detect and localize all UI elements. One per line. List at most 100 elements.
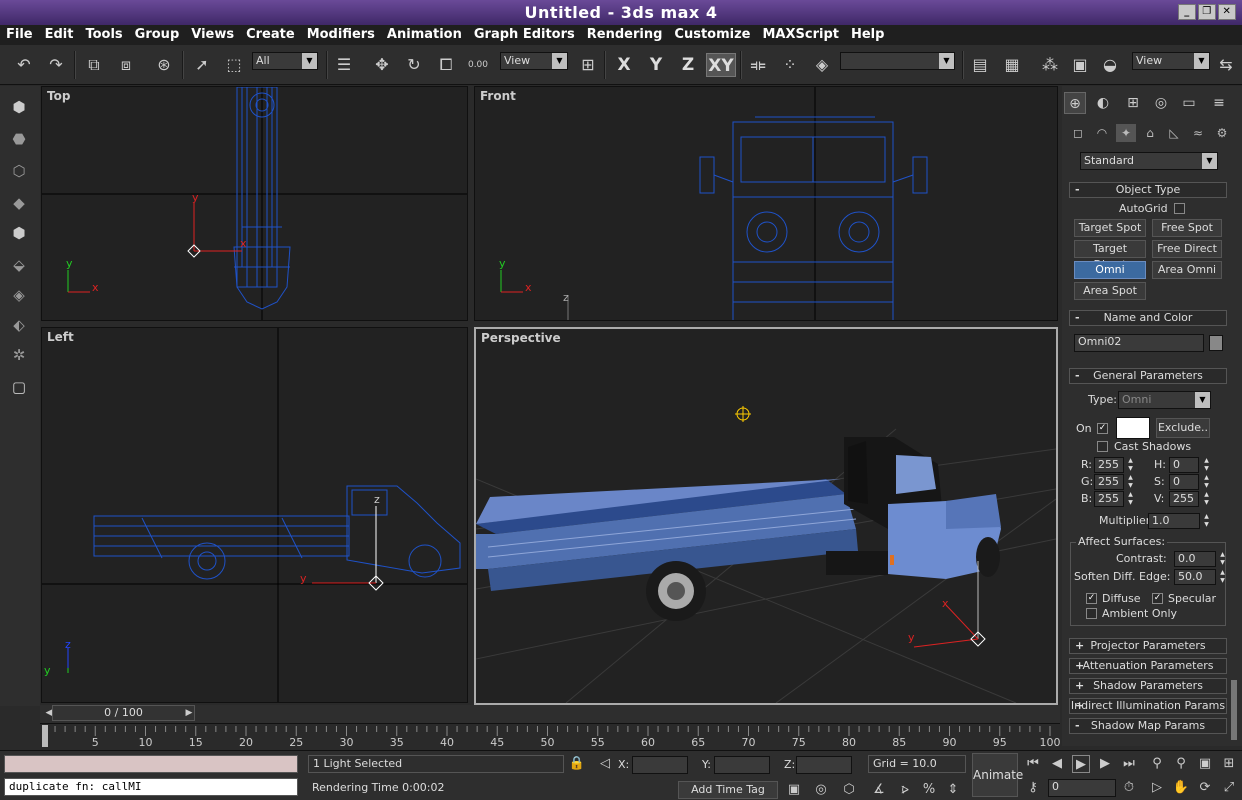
menu-animation[interactable]: Animation: [381, 25, 468, 45]
pan-icon[interactable]: ✋: [1172, 779, 1190, 797]
menu-help[interactable]: Help: [845, 25, 890, 45]
region-select-icon[interactable]: ⬚: [222, 53, 246, 77]
menu-modifiers[interactable]: Modifiers: [301, 25, 381, 45]
menu-customize[interactable]: Customize: [668, 25, 756, 45]
restrict-y-button[interactable]: Y: [644, 53, 668, 77]
cylinder-icon[interactable]: ⬡: [8, 160, 30, 182]
category-dropdown[interactable]: Standard ▼: [1080, 152, 1218, 170]
teapot-icon[interactable]: ▢: [8, 376, 30, 398]
hue-spinner[interactable]: ▲ ▼: [1202, 457, 1211, 473]
spinner-snap-icon[interactable]: ⇕: [944, 781, 962, 799]
hierarchy-tab-icon[interactable]: ⊞: [1122, 92, 1144, 114]
target-direct-button[interactable]: Target Direct: [1074, 240, 1146, 271]
sphere-icon[interactable]: ⬣: [8, 128, 30, 150]
play-icon[interactable]: ▶: [1072, 755, 1090, 773]
create-tab-icon[interactable]: ⊕: [1064, 92, 1086, 114]
restrict-x-button[interactable]: X: [612, 53, 636, 77]
selection-filter-dropdown[interactable]: All ▼: [252, 52, 318, 70]
systems-icon[interactable]: ⚙: [1212, 124, 1232, 142]
select-by-name-icon[interactable]: ☰: [332, 53, 356, 77]
time-config-icon[interactable]: ⏱: [1120, 779, 1138, 797]
close-button[interactable]: ✕: [1218, 4, 1236, 20]
value-input[interactable]: 255: [1169, 491, 1199, 507]
zoom-all-icon[interactable]: ⚲: [1172, 755, 1190, 773]
zoom-extents-all-icon[interactable]: ⊞: [1220, 755, 1238, 773]
multiplier-input[interactable]: 1.0: [1148, 513, 1200, 529]
x-coord-input[interactable]: [632, 756, 688, 774]
saturation-spinner[interactable]: ▲ ▼: [1202, 474, 1211, 490]
go-to-start-icon[interactable]: ⏮: [1024, 755, 1042, 773]
specular-checkbox[interactable]: ✓: [1152, 593, 1163, 604]
maxscript-listener-line[interactable]: duplicate fn: callMI: [4, 778, 298, 796]
crossing-selection-icon[interactable]: ▣: [785, 781, 803, 799]
menu-graph-editors[interactable]: Graph Editors: [468, 25, 581, 45]
light-type-dropdown[interactable]: Omni ▼: [1118, 391, 1211, 409]
lights-icon[interactable]: ✦: [1116, 124, 1136, 142]
value-spinner[interactable]: ▲ ▼: [1202, 491, 1211, 507]
box-icon[interactable]: ⬢: [8, 96, 30, 118]
restrict-xy-button[interactable]: XY: [706, 53, 736, 77]
absolute-mode-icon[interactable]: ◁: [596, 755, 614, 773]
shadow-map-params-rollout[interactable]: - Shadow Map Params: [1069, 718, 1227, 734]
viewport-front[interactable]: Front y x z: [474, 86, 1058, 321]
hue-input[interactable]: 0: [1169, 457, 1199, 473]
render-last-icon[interactable]: ⇆: [1214, 53, 1238, 77]
menu-rendering[interactable]: Rendering: [581, 25, 669, 45]
timeline-ruler[interactable]: 5 10 15 20 25 30 35 40 45 50 55 60 65 70 75 80 85 90 95 100: [40, 723, 1061, 749]
menu-views[interactable]: Views: [185, 25, 240, 45]
pyramid-icon[interactable]: ⬖: [8, 314, 30, 336]
torus-icon[interactable]: ◈: [8, 284, 30, 306]
chevron-right-icon[interactable]: ▶: [180, 705, 198, 721]
mirror-icon[interactable]: ⟚: [746, 53, 770, 77]
cast-shadows-checkbox[interactable]: [1097, 441, 1108, 452]
named-selection-dropdown[interactable]: ▼: [840, 52, 955, 70]
blue-spinner[interactable]: ▲ ▼: [1126, 491, 1135, 507]
viewport-perspective[interactable]: Perspective x y: [474, 327, 1058, 705]
previous-frame-icon[interactable]: ◀: [1048, 755, 1066, 773]
schematic-view-icon[interactable]: ▦: [1000, 53, 1024, 77]
area-omni-button[interactable]: Area Omni: [1152, 261, 1222, 279]
add-time-tag-button[interactable]: Add Time Tag: [678, 781, 778, 799]
go-to-end-icon[interactable]: ⏭: [1120, 755, 1138, 773]
degradation-override-icon[interactable]: ◎: [812, 781, 830, 799]
multiplier-spinner[interactable]: ▲ ▼: [1202, 513, 1211, 529]
menu-maxscript[interactable]: MAXScript: [756, 25, 844, 45]
quick-render-icon[interactable]: ◒: [1098, 53, 1122, 77]
name-color-rollout[interactable]: - Name and Color: [1069, 310, 1227, 326]
menu-file[interactable]: File: [0, 25, 39, 45]
contrast-spinner[interactable]: ▲ ▼: [1218, 551, 1227, 567]
space-warps-icon[interactable]: ≈: [1188, 124, 1208, 142]
next-frame-icon[interactable]: ▶: [1096, 755, 1114, 773]
lock-icon[interactable]: 🔒: [568, 755, 586, 773]
array-icon[interactable]: ⁘: [778, 53, 802, 77]
ambient-only-checkbox[interactable]: [1086, 608, 1097, 619]
exclude-button[interactable]: Exclude..: [1156, 418, 1210, 438]
modify-tab-icon[interactable]: ◐: [1092, 92, 1114, 114]
bind-space-warp-icon[interactable]: ⊛: [152, 53, 176, 77]
move-icon[interactable]: ✥: [370, 53, 394, 77]
menu-tools[interactable]: Tools: [79, 25, 128, 45]
omni-button[interactable]: Omni: [1074, 261, 1146, 279]
render-type-dropdown[interactable]: View ▼: [1132, 52, 1210, 70]
free-direct-button[interactable]: Free Direct: [1152, 240, 1222, 258]
arc-rotate-icon[interactable]: ⟳: [1196, 779, 1214, 797]
field-of-view-icon[interactable]: ▷: [1148, 779, 1166, 797]
zoom-icon[interactable]: ⚲: [1148, 755, 1166, 773]
area-spot-button[interactable]: Area Spot: [1074, 282, 1146, 300]
diffuse-checkbox[interactable]: ✓: [1086, 593, 1097, 604]
redo-icon[interactable]: ↷: [44, 53, 68, 77]
angle-snap-icon[interactable]: ⦠: [896, 781, 914, 799]
align-icon[interactable]: ◈: [810, 53, 834, 77]
track-view-icon[interactable]: ▤: [968, 53, 992, 77]
material-editor-icon[interactable]: ⁂: [1038, 53, 1062, 77]
light-color-swatch[interactable]: [1116, 417, 1150, 439]
command-panel-scrollbar[interactable]: [1231, 680, 1237, 740]
unlink-icon[interactable]: ⧈: [114, 53, 138, 77]
key-mode-icon[interactable]: ⚷: [1024, 779, 1042, 797]
current-frame-input[interactable]: 0: [1048, 779, 1116, 797]
soften-spinner[interactable]: ▲ ▼: [1218, 569, 1227, 585]
object-name-input[interactable]: Omni02: [1074, 334, 1204, 352]
plane-icon[interactable]: ◆: [8, 192, 30, 214]
helpers-icon[interactable]: ◺: [1164, 124, 1184, 142]
minimize-button[interactable]: _: [1178, 4, 1196, 20]
